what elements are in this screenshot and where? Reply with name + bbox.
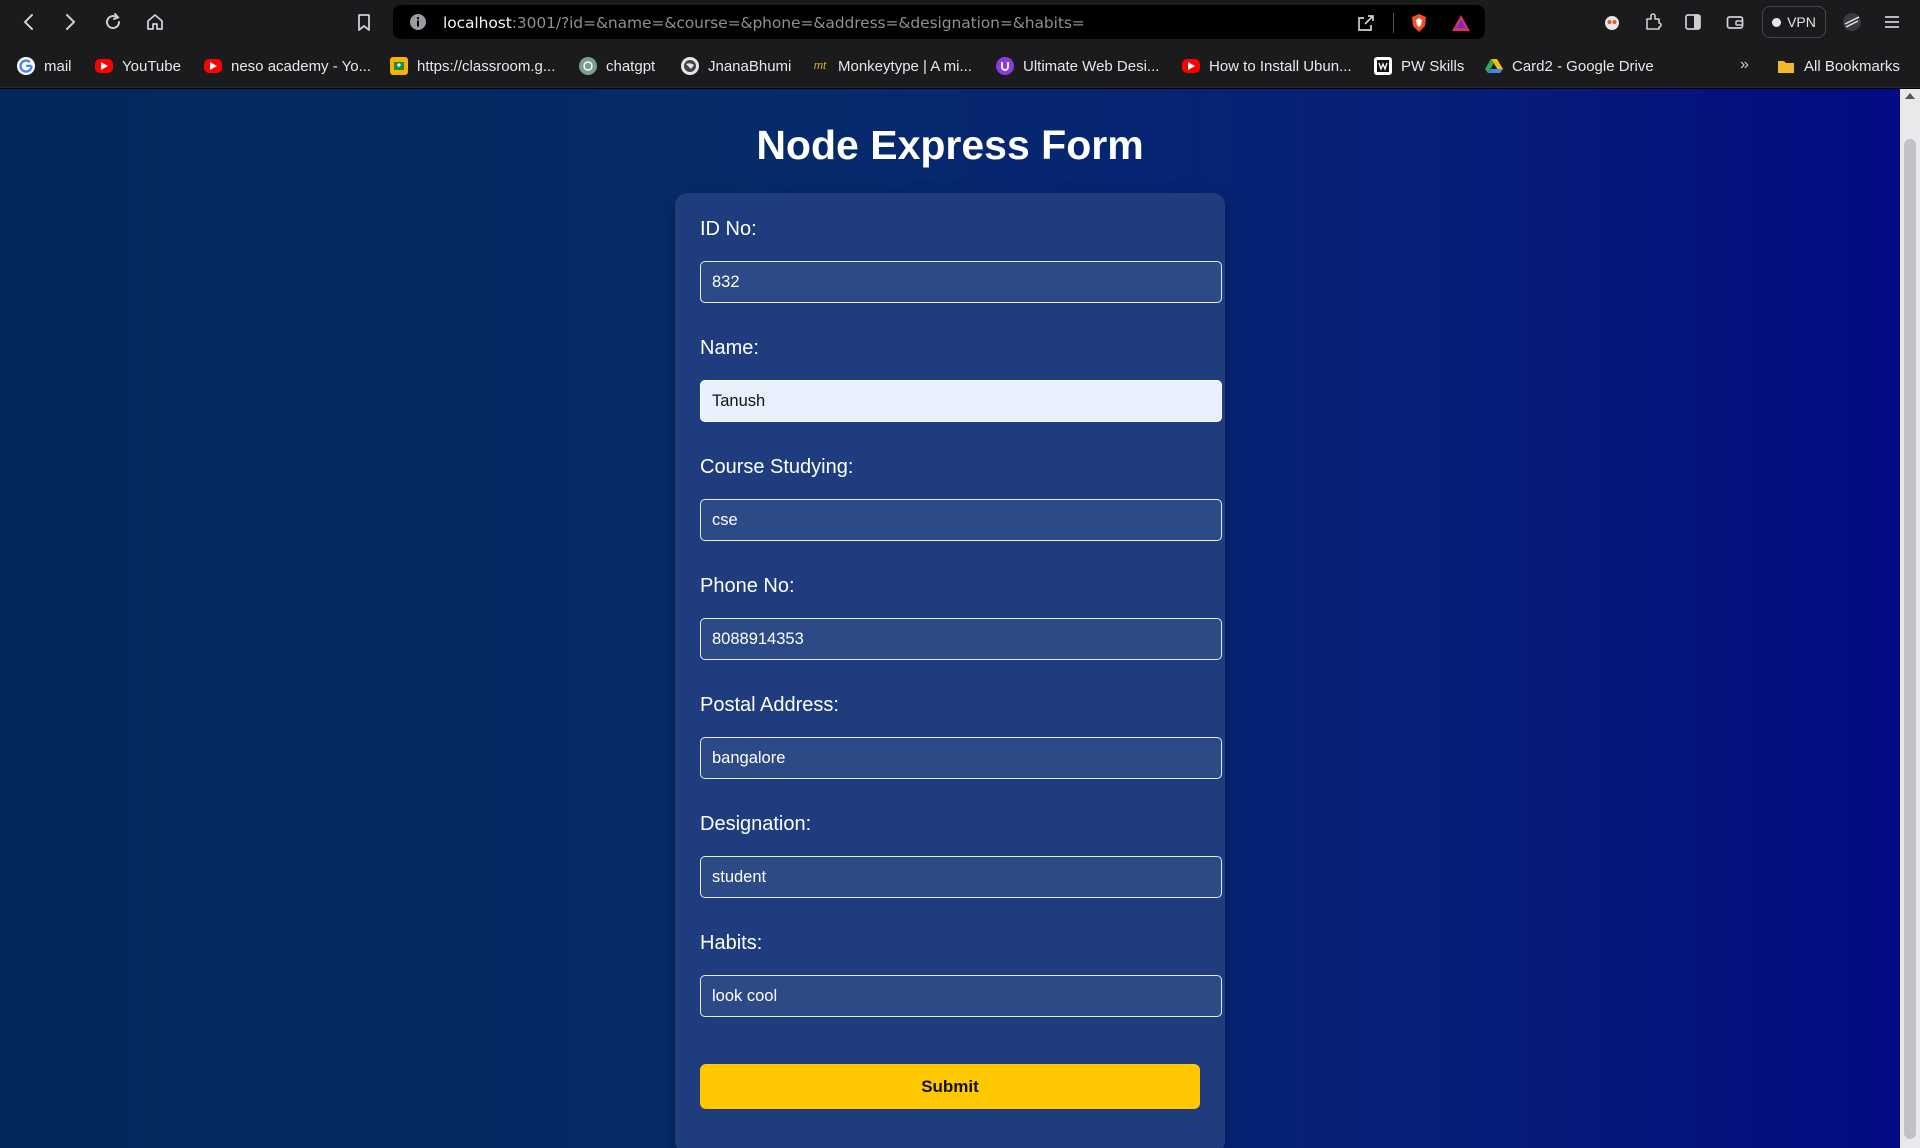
bookmark-label: Ultimate Web Desi...: [1023, 57, 1160, 75]
habits-input[interactable]: [700, 975, 1222, 1017]
url-host: localhost: [443, 14, 512, 32]
share-icon[interactable]: [1356, 13, 1376, 33]
folder-icon: [1777, 57, 1795, 75]
bookmark-chatgpt[interactable]: chatgpt: [579, 44, 655, 88]
bookmark-icon[interactable]: [349, 8, 379, 36]
address-input[interactable]: [700, 737, 1222, 779]
menu-icon[interactable]: [1877, 8, 1907, 36]
course-input[interactable]: [700, 499, 1222, 541]
bookmark-label: Card2 - Google Drive: [1512, 57, 1654, 75]
id-input[interactable]: [700, 261, 1222, 303]
bookmark-label: PW Skills: [1401, 57, 1465, 75]
designation-label: Designation:: [700, 813, 812, 835]
bookmarks-bar: mail YouTube neso academy - Yo... https:…: [0, 44, 1920, 88]
name-input[interactable]: [700, 380, 1222, 422]
sidebar-icon[interactable]: [1678, 8, 1708, 36]
scrollbar-thumb[interactable]: [1904, 139, 1916, 1139]
site-info-icon[interactable]: [409, 13, 427, 31]
udemy-icon: [996, 57, 1014, 75]
vpn-status-icon: [1772, 17, 1782, 27]
bookmark-ultimate-web-design[interactable]: Ultimate Web Desi...: [996, 44, 1159, 88]
bookmark-label: mail: [44, 57, 72, 75]
reload-icon[interactable]: [98, 8, 128, 36]
vpn-button[interactable]: VPN: [1762, 6, 1826, 38]
address-bar[interactable]: localhost:3001/?id=&name=&course=&phone=…: [393, 5, 1485, 39]
bookmark-label: How to Install Ubun...: [1209, 57, 1352, 75]
pw-icon: [1374, 57, 1392, 75]
all-bookmarks-button[interactable]: All Bookmarks: [1777, 44, 1900, 88]
profile-avatar-icon[interactable]: [1837, 8, 1867, 36]
habits-label: Habits:: [700, 932, 763, 954]
youtube-icon: [95, 59, 113, 73]
browser-toolbar: localhost:3001/?id=&name=&course=&phone=…: [0, 0, 1920, 44]
student-form: ID No: Name: Course Studying: Phone No: …: [675, 193, 1225, 1148]
url-text[interactable]: localhost:3001/?id=&name=&course=&phone=…: [443, 14, 1085, 32]
brave-shield-icon[interactable]: [1409, 13, 1429, 33]
home-icon[interactable]: [140, 8, 170, 36]
submit-button[interactable]: Submit: [700, 1064, 1200, 1109]
page-scrollbar[interactable]: [1900, 89, 1920, 1148]
chatgpt-icon: [579, 57, 597, 75]
bookmark-classroom[interactable]: https://classroom.g...: [390, 44, 555, 88]
bookmark-google-drive[interactable]: Card2 - Google Drive: [1485, 44, 1654, 88]
google-icon: [17, 57, 35, 75]
bookmark-label: YouTube: [122, 57, 181, 75]
id-label: ID No:: [700, 218, 757, 240]
extensions-icon[interactable]: [1638, 8, 1668, 36]
youtube-icon: [1182, 59, 1200, 73]
all-bookmarks-label: All Bookmarks: [1804, 57, 1900, 75]
url-path: :3001/?id=&name=&course=&phone=&address=…: [511, 14, 1085, 32]
url-separator: [1393, 13, 1394, 33]
bookmark-label: Monkeytype | A mi...: [838, 57, 972, 75]
drive-icon: [1485, 57, 1503, 75]
course-label: Course Studying:: [700, 456, 854, 478]
bookmark-label: https://classroom.g...: [417, 57, 556, 75]
classroom-icon: [390, 57, 408, 75]
bookmark-youtube[interactable]: YouTube: [95, 44, 181, 88]
bookmark-install-ubuntu[interactable]: How to Install Ubun...: [1182, 44, 1352, 88]
back-icon[interactable]: [14, 8, 44, 36]
bookmark-label: neso academy - Yo...: [231, 57, 372, 75]
wallet-icon[interactable]: [1720, 8, 1750, 36]
designation-input[interactable]: [700, 856, 1222, 898]
monkeytype-icon: mt: [813, 60, 827, 72]
address-label: Postal Address:: [700, 694, 839, 716]
name-label: Name:: [700, 337, 759, 359]
extension-leo-icon[interactable]: [1597, 8, 1627, 36]
vpn-label: VPN: [1787, 14, 1816, 30]
page-content: Node Express Form ID No: Name: Course St…: [0, 89, 1900, 1148]
brave-rewards-icon[interactable]: [1451, 13, 1471, 33]
youtube-icon: [204, 59, 222, 73]
scroll-up-icon[interactable]: [1905, 93, 1915, 99]
phone-input[interactable]: [700, 618, 1222, 660]
bookmark-pw-skills[interactable]: PW Skills: [1374, 44, 1464, 88]
bookmarks-overflow-button[interactable]: »: [1740, 56, 1749, 74]
bookmark-jnanabhumi[interactable]: JnanaBhumi: [681, 44, 791, 88]
phone-label: Phone No:: [700, 575, 795, 597]
globe-icon: [681, 57, 699, 75]
bookmark-label: JnanaBhumi: [708, 57, 792, 75]
bookmark-neso-academy[interactable]: neso academy - Yo...: [204, 44, 371, 88]
bookmark-mail[interactable]: mail: [17, 44, 72, 88]
page-title: Node Express Form: [756, 122, 1144, 168]
forward-icon[interactable]: [55, 8, 85, 36]
bookmark-label: chatgpt: [606, 57, 656, 75]
bookmark-monkeytype[interactable]: mt Monkeytype | A mi...: [811, 44, 972, 88]
